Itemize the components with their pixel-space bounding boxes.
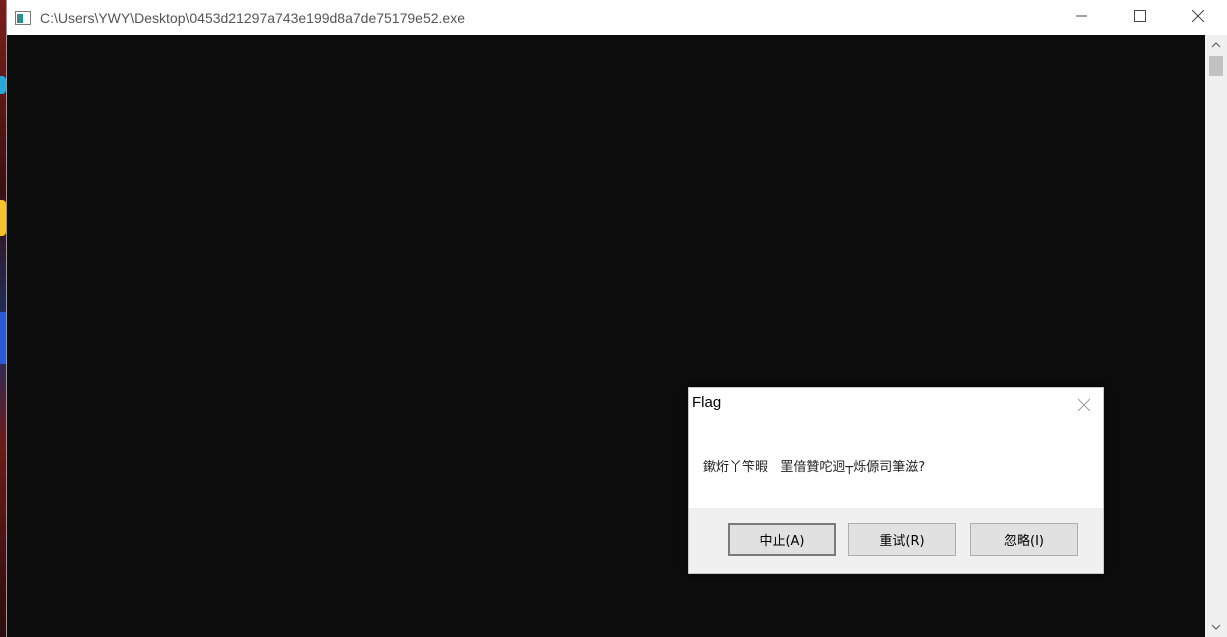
window-controls: [1053, 0, 1227, 35]
retry-button[interactable]: 重试(R): [848, 523, 956, 556]
close-icon: [1077, 398, 1091, 412]
scroll-thumb[interactable]: [1209, 56, 1223, 76]
minimize-button[interactable]: [1053, 0, 1111, 32]
dialog-message: 鏉烆丫笇暇 罣偣贊咜迥┬烁傆司筆滋?: [703, 460, 926, 475]
abort-button[interactable]: 中止(A): [728, 523, 836, 556]
scroll-down-button[interactable]: [1205, 617, 1227, 637]
close-icon: [1192, 10, 1204, 22]
dialog-button-bar: 中止(A) 重试(R) 忽略(I): [689, 508, 1103, 573]
console-app-icon[interactable]: [15, 10, 31, 25]
scroll-up-button[interactable]: [1205, 35, 1227, 55]
maximize-button[interactable]: [1111, 0, 1169, 32]
close-button[interactable]: [1169, 0, 1227, 32]
chevron-down-icon: [1211, 624, 1221, 630]
minimize-icon: [1076, 15, 1087, 17]
window-title: C:\Users\YWY\Desktop\0453d21297a743e199d…: [40, 9, 465, 26]
chevron-up-icon: [1211, 42, 1221, 48]
title-bar[interactable]: C:\Users\YWY\Desktop\0453d21297a743e199d…: [7, 0, 1227, 35]
dialog-close-button[interactable]: [1077, 397, 1091, 412]
vertical-scrollbar[interactable]: [1205, 35, 1227, 637]
ignore-button[interactable]: 忽略(I): [970, 523, 1078, 556]
dialog-title: Flag: [692, 394, 722, 411]
message-box-dialog: Flag 鏉烆丫笇暇 罣偣贊咜迥┬烁傆司筆滋? 中止(A) 重试(R) 忽略(I…: [688, 387, 1104, 574]
maximize-icon: [1134, 10, 1146, 22]
